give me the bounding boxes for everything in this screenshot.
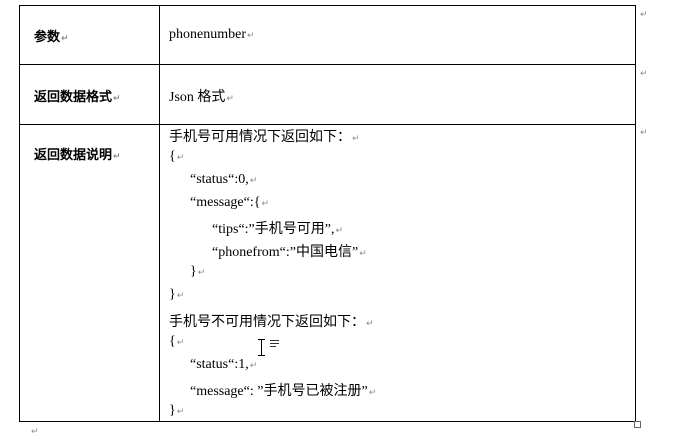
row-label-params[interactable]: 参数↵ (34, 26, 69, 45)
paragraph-mark-icon: ↵ (246, 31, 255, 41)
json-open-brace[interactable]: {↵ (169, 149, 184, 165)
row-value-format[interactable]: Json 格式↵ (169, 86, 234, 106)
row-label-format[interactable]: 返回数据格式↵ (34, 86, 121, 105)
paragraph-mark-icon: ↵ (176, 291, 185, 301)
json-outer-close-brace[interactable]: }↵ (169, 287, 184, 303)
paragraph-mark-icon: ↵ (113, 94, 121, 104)
end-of-row-mark-icon: ↵ (640, 128, 648, 138)
json-open-brace[interactable]: {↵ (169, 334, 184, 350)
json-inner-close-brace[interactable]: }↵ (190, 264, 205, 280)
paragraph-mark-icon: ↵ (176, 338, 185, 348)
paragraph-mark-icon: ↵ (352, 134, 360, 144)
paragraph-align-icon (270, 340, 279, 348)
json-message-line[interactable]: “message“: ”手机号已被注册”↵ (190, 380, 376, 400)
table-resize-handle[interactable] (634, 421, 641, 428)
paragraph-mark-icon: ↵ (176, 407, 185, 417)
paragraph-mark-icon: ↵ (197, 268, 206, 278)
paragraph-mark-icon: ↵ (335, 226, 344, 236)
paragraph-mark-icon: ↵ (61, 34, 69, 44)
row-label-description[interactable]: 返回数据说明↵ (34, 144, 121, 163)
paragraph-mark-icon: ↵ (359, 249, 367, 259)
unavailable-intro[interactable]: 手机号不可用情况下返回如下：↵ (169, 311, 374, 331)
row-divider (20, 124, 635, 125)
end-of-row-mark-icon: ↵ (640, 69, 648, 79)
json-status-line[interactable]: “status“:0,↵ (190, 172, 257, 188)
json-close-brace[interactable]: }↵ (169, 403, 184, 419)
json-status-line[interactable]: “status“:1,↵ (190, 357, 257, 373)
paragraph-mark-icon: ↵ (368, 388, 377, 398)
paragraph-mark-icon: ↵ (249, 361, 258, 371)
available-intro[interactable]: 手机号可用情况下返回如下：↵ (169, 126, 360, 146)
paragraph-mark-icon: ↵ (113, 152, 121, 162)
paragraph-mark-icon: ↵ (176, 153, 185, 163)
column-divider (159, 6, 160, 421)
end-of-row-mark-icon: ↵ (640, 10, 648, 20)
parameter-table: 参数↵ phonenumber↵ 返回数据格式↵ Json 格式↵ 返回数据说明… (19, 5, 636, 422)
text-cursor-icon (258, 339, 266, 356)
paragraph-mark-icon: ↵ (226, 94, 234, 104)
row-value-params[interactable]: phonenumber↵ (169, 27, 255, 43)
paragraph-mark-icon: ↵ (249, 176, 258, 186)
json-message-open-line[interactable]: “message“:{↵ (190, 195, 269, 211)
json-tips-line[interactable]: “tips“:”手机号可用”,↵ (212, 218, 343, 238)
row-divider (20, 64, 635, 65)
paragraph-mark-icon: ↵ (261, 199, 270, 209)
json-phonefrom-line[interactable]: “phonefrom“:”中国电信”↵ (212, 241, 367, 261)
paragraph-mark-icon: ↵ (366, 319, 374, 329)
